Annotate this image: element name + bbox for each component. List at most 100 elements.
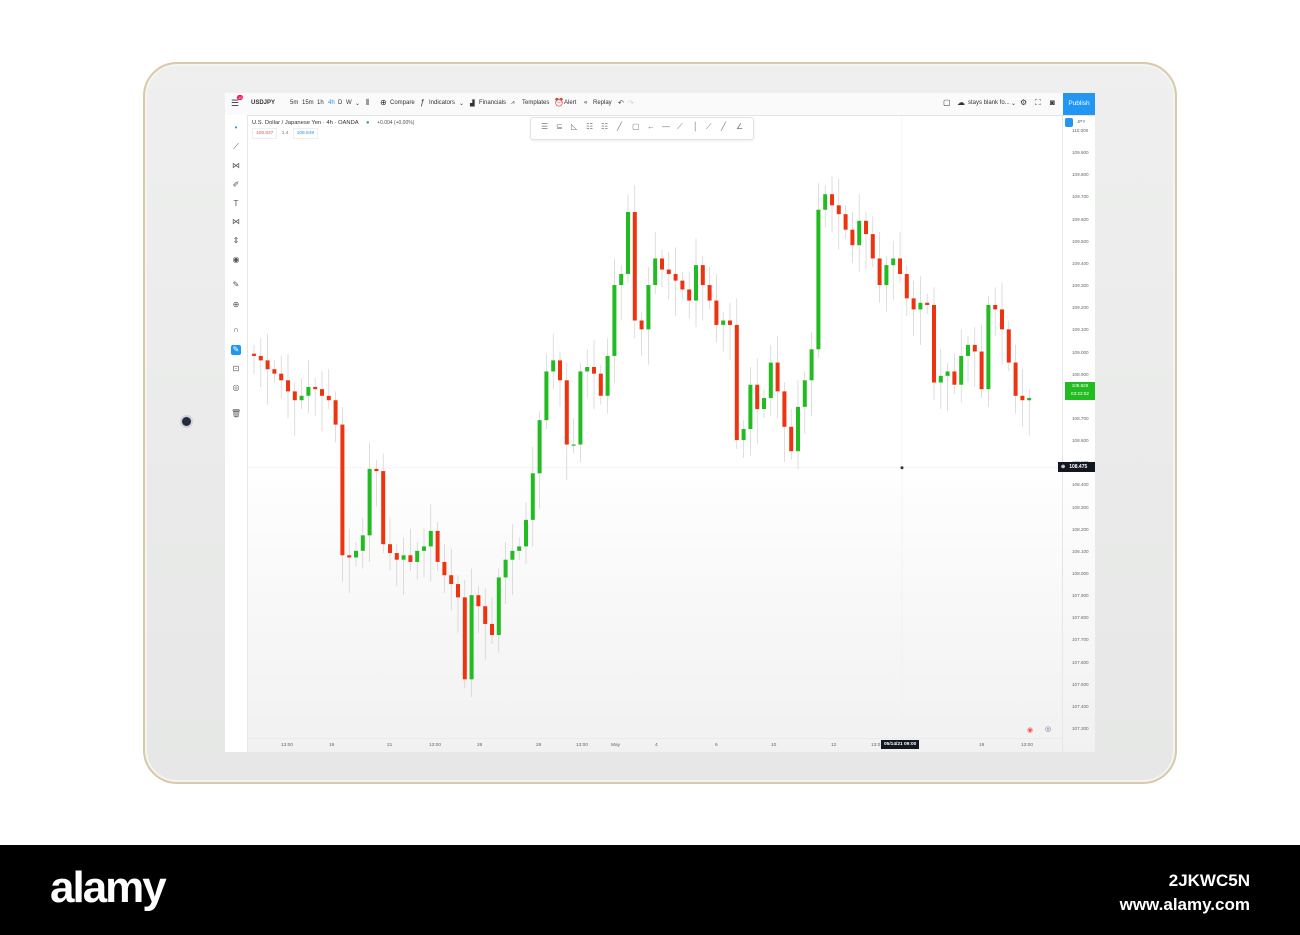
time-label: 21 bbox=[387, 743, 393, 748]
indicators-button[interactable]: Indicators bbox=[429, 100, 455, 106]
floating-drawing-toolbar: ☰ ⊆ ◺ ☷ ☷ ╱ ▢ ← — ⟋ │ ⟋ ╱ ∠ bbox=[530, 117, 754, 140]
candle-body bbox=[707, 285, 712, 301]
time-label: 26 bbox=[477, 743, 483, 748]
interval-1h[interactable]: 1h bbox=[317, 100, 324, 106]
time-label: 13:00 bbox=[281, 743, 294, 748]
measure-icon[interactable]: ⇕ bbox=[231, 236, 241, 246]
trend-line-icon[interactable]: ⟋ bbox=[231, 142, 241, 152]
visibility-icon[interactable]: ◎ bbox=[231, 383, 241, 393]
candle-body bbox=[653, 258, 658, 286]
price-tick-label: 109.600 bbox=[1072, 216, 1089, 222]
candle-body bbox=[1013, 362, 1018, 396]
ray-icon[interactable]: ⟋ bbox=[677, 122, 683, 132]
lock-icon[interactable]: ⊡ bbox=[231, 364, 241, 374]
interval-4h[interactable]: 4h bbox=[328, 100, 335, 106]
line-icon[interactable]: ╱ bbox=[617, 122, 622, 131]
range-icon[interactable]: ☷ bbox=[586, 122, 593, 131]
candle-body bbox=[524, 519, 528, 547]
alert-indicator-icon[interactable]: ◉ bbox=[1027, 726, 1033, 734]
info-line-icon[interactable]: ╱ bbox=[721, 122, 726, 131]
chevron-down-icon[interactable]: ⌄ bbox=[355, 100, 360, 107]
templates-button[interactable]: Templates bbox=[522, 100, 549, 106]
time-label: 6 bbox=[715, 743, 718, 748]
candle-body bbox=[898, 258, 902, 274]
lock-drawing-icon[interactable]: ✎ bbox=[231, 345, 241, 355]
candle-body bbox=[265, 360, 270, 370]
candle-body bbox=[408, 555, 413, 562]
lines-icon[interactable]: ☰ bbox=[541, 122, 548, 131]
tradingview-screen: ☰ 10 USDJPY 5m 15m 1h 4h D W ⌄ ⫴ ⊕ Compa… bbox=[225, 93, 1095, 752]
auto-scale-icon[interactable] bbox=[1065, 118, 1073, 127]
candle-body bbox=[646, 285, 651, 330]
rectangle-icon[interactable]: ▢ bbox=[632, 122, 640, 131]
date-range-icon[interactable]: ☷ bbox=[601, 122, 608, 131]
candle-body bbox=[367, 468, 372, 536]
pattern-icon[interactable]: ⋈ bbox=[231, 217, 241, 227]
undo-icon[interactable]: ↶ bbox=[618, 99, 624, 107]
price-tick-label: 109.500 bbox=[1072, 238, 1089, 244]
trash-icon[interactable]: 🗑 bbox=[231, 409, 241, 419]
ruler-icon[interactable]: ✎ bbox=[231, 280, 241, 290]
triangle-icon[interactable]: ◺ bbox=[571, 122, 577, 131]
candle-body bbox=[1006, 329, 1011, 363]
alert-button[interactable]: Alert bbox=[564, 100, 576, 106]
financials-button[interactable]: Financials bbox=[479, 100, 506, 106]
vertical-line-icon[interactable]: │ bbox=[693, 122, 698, 131]
replay-button[interactable]: Replay bbox=[593, 100, 612, 106]
candle-body bbox=[435, 530, 440, 562]
candle-body bbox=[945, 371, 950, 376]
layout-icon[interactable]: ▢ bbox=[943, 98, 951, 107]
candle-body bbox=[490, 623, 494, 636]
candle-type-icon[interactable]: ⫴ bbox=[366, 98, 369, 108]
arrow-left-icon[interactable]: ← bbox=[647, 122, 655, 131]
fib-icon[interactable]: ⋈ bbox=[231, 161, 241, 171]
candle-body bbox=[809, 349, 814, 381]
zoom-icon[interactable]: ⊕ bbox=[231, 300, 241, 310]
symbol-search[interactable]: USDJPY bbox=[251, 100, 275, 106]
angle-icon[interactable]: ∠ bbox=[736, 122, 743, 131]
eye-icon[interactable]: ◉ bbox=[231, 255, 241, 265]
candle-body bbox=[469, 595, 474, 680]
plus-circle-icon[interactable]: ⊕ bbox=[1061, 464, 1065, 470]
time-axis[interactable]: 13:00 19 21 13:00 26 28 13:00 May 4 6 10… bbox=[247, 738, 1062, 752]
candle-body bbox=[483, 606, 488, 624]
candle-body bbox=[966, 344, 970, 356]
candle-body bbox=[476, 595, 481, 607]
camera-snapshot-icon[interactable]: ◙ bbox=[1050, 98, 1055, 107]
price-axis[interactable]: JPY 110.000 109.900 109.800 109.700 109.600 1… bbox=[1058, 115, 1095, 752]
publish-button[interactable]: Publish bbox=[1063, 93, 1095, 115]
crosshair-dot-icon[interactable]: • bbox=[231, 123, 241, 133]
candle-body bbox=[456, 584, 460, 598]
interval-15m[interactable]: 15m bbox=[302, 100, 314, 106]
candle-body bbox=[986, 304, 991, 390]
interval-w[interactable]: W bbox=[346, 100, 352, 106]
camera-icon bbox=[182, 417, 191, 426]
candle-body bbox=[918, 302, 923, 310]
candle-body bbox=[959, 355, 964, 385]
bar-chart-icon: ▟ bbox=[470, 101, 475, 107]
fullscreen-icon[interactable]: ⛶ bbox=[1035, 98, 1041, 108]
chevron-down-icon[interactable]: ⌄ bbox=[459, 100, 464, 107]
candle-body bbox=[313, 386, 318, 390]
horizontal-line-icon[interactable]: — bbox=[662, 122, 670, 131]
magnet-icon[interactable]: ∩ bbox=[231, 325, 241, 335]
candle-body bbox=[836, 205, 841, 215]
candle-body bbox=[530, 473, 535, 520]
candlestick-chart[interactable] bbox=[247, 115, 1062, 738]
brush-icon[interactable]: ✐ bbox=[231, 180, 241, 190]
events-indicator-icon[interactable]: ◎ bbox=[1045, 725, 1051, 733]
compare-button[interactable]: Compare bbox=[390, 100, 415, 106]
layout-name[interactable]: stays blank fo... bbox=[968, 100, 1010, 106]
gear-icon[interactable]: ⚙ bbox=[1020, 98, 1027, 107]
redo-icon[interactable]: ↷ bbox=[628, 99, 634, 107]
text-icon[interactable]: T bbox=[231, 199, 241, 209]
interval-5m[interactable]: 5m bbox=[290, 100, 298, 106]
interval-d[interactable]: D bbox=[338, 100, 342, 106]
chevron-down-icon[interactable]: ⌄ bbox=[1011, 100, 1016, 107]
candle-body bbox=[979, 351, 984, 390]
candle-body bbox=[401, 555, 406, 560]
candle-body bbox=[626, 211, 630, 274]
extended-line-icon[interactable]: ⟋ bbox=[706, 122, 712, 132]
candle-body bbox=[544, 371, 549, 421]
channel-icon[interactable]: ⊆ bbox=[556, 122, 563, 131]
